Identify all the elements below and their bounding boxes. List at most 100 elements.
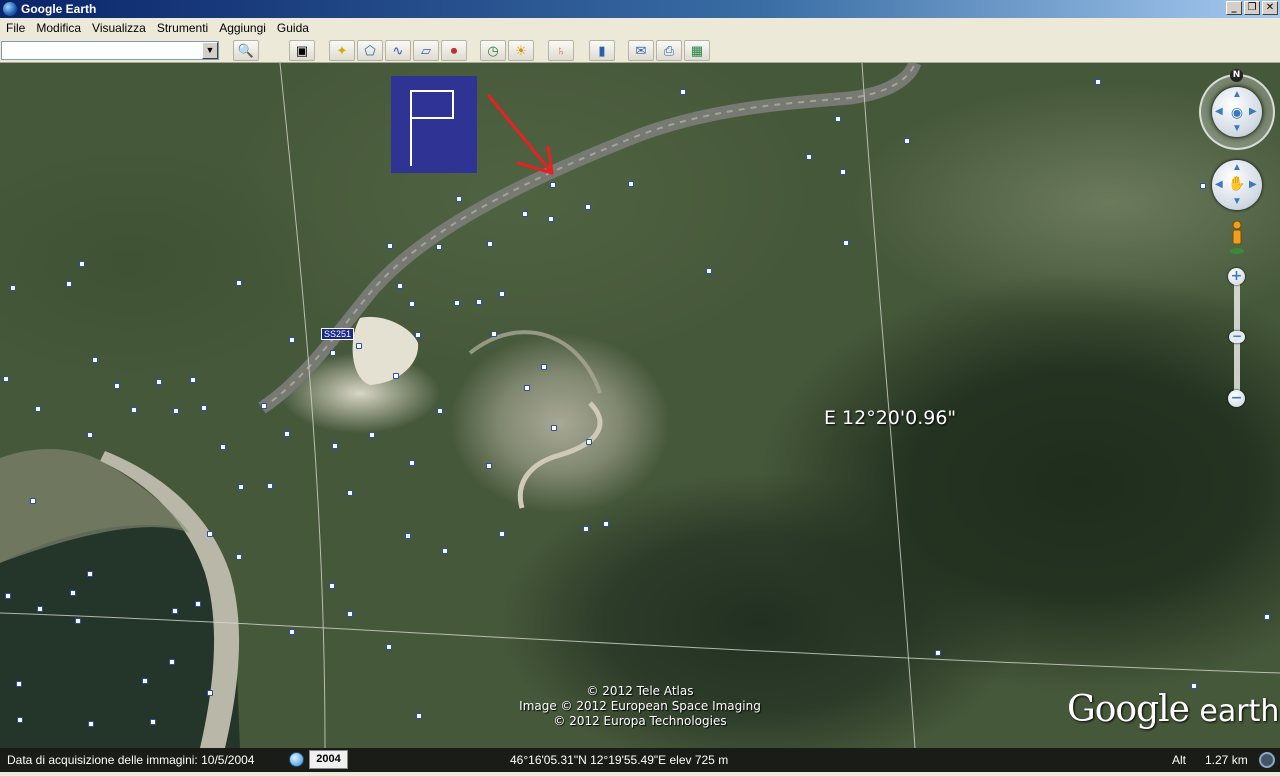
minimize-button[interactable]: _ <box>1226 1 1242 15</box>
earth-viewport[interactable]: SS251 E 12°20'0.96" © 2012 Tele Atlas Im… <box>0 63 1280 748</box>
placemark-marker[interactable] <box>436 244 442 250</box>
placemark-marker[interactable] <box>17 717 23 723</box>
placemark-marker[interactable] <box>347 490 353 496</box>
placemark-marker[interactable] <box>603 521 609 527</box>
placemark-marker[interactable] <box>541 364 547 370</box>
placemark-marker[interactable] <box>405 533 411 539</box>
placemark-marker[interactable] <box>487 241 493 247</box>
search-button[interactable]: 🔍 <box>233 40 259 61</box>
placemark-marker[interactable] <box>289 337 295 343</box>
placemark-marker[interactable] <box>236 280 242 286</box>
placemark-marker[interactable] <box>30 498 36 504</box>
placemark-marker[interactable] <box>150 719 156 725</box>
placemark-marker[interactable] <box>499 291 505 297</box>
placemark-marker[interactable] <box>835 116 841 122</box>
placemark-marker[interactable] <box>499 531 505 537</box>
placemark-marker[interactable] <box>415 332 421 338</box>
placemark-marker[interactable] <box>586 439 592 445</box>
placemark-marker[interactable] <box>369 432 375 438</box>
placemark-marker[interactable] <box>330 350 336 356</box>
placemark-marker[interactable] <box>356 343 362 349</box>
sidebar-toggle-button[interactable]: ▣ <box>289 40 315 61</box>
placemark-marker[interactable] <box>207 531 213 537</box>
menu-aggiungi[interactable]: Aggiungi <box>214 21 271 35</box>
menu-guida[interactable]: Guida <box>272 21 314 35</box>
menu-file[interactable]: File <box>1 21 30 35</box>
placemark-marker[interactable] <box>220 444 226 450</box>
placemark-marker[interactable] <box>114 383 120 389</box>
imagery-year-button[interactable]: 2004 <box>309 750 348 769</box>
search-input[interactable] <box>1 41 219 60</box>
placemark-marker[interactable] <box>840 169 846 175</box>
placemark-marker[interactable] <box>169 659 175 665</box>
placemark-marker[interactable] <box>409 301 415 307</box>
look-joystick[interactable]: ▲ ▼ ◀ ▶ ◉ <box>1212 87 1262 137</box>
placemark-marker[interactable] <box>550 182 556 188</box>
placemark-marker[interactable] <box>131 407 137 413</box>
placemark-marker[interactable] <box>843 240 849 246</box>
menu-modifica[interactable]: Modifica <box>31 21 86 35</box>
placemark-marker[interactable] <box>454 300 460 306</box>
placemark-marker[interactable] <box>172 608 178 614</box>
placemark-marker[interactable] <box>35 406 41 412</box>
placemark-marker[interactable] <box>1191 683 1197 689</box>
zoom-in-button[interactable]: + <box>1228 268 1245 285</box>
placemark-marker[interactable] <box>195 601 201 607</box>
add-polygon-button[interactable]: ⬠ <box>357 40 383 61</box>
restore-button[interactable]: ❐ <box>1244 1 1260 15</box>
placemark-marker[interactable] <box>284 431 290 437</box>
placemark-marker[interactable] <box>806 154 812 160</box>
placemark-marker[interactable] <box>904 138 910 144</box>
search-dropdown-button[interactable]: ▼ <box>202 42 218 59</box>
placemark-marker[interactable] <box>267 483 273 489</box>
placemark-marker[interactable] <box>583 526 589 532</box>
placemark-marker[interactable] <box>79 261 85 267</box>
placemark-marker[interactable] <box>522 211 528 217</box>
placemark-marker[interactable] <box>437 408 443 414</box>
menu-strumenti[interactable]: Strumenti <box>152 21 213 35</box>
placemark-marker[interactable] <box>387 243 393 249</box>
placemark-marker[interactable] <box>585 204 591 210</box>
placemark-marker[interactable] <box>142 678 148 684</box>
placemark-marker[interactable] <box>207 690 213 696</box>
print-button[interactable]: ⎙ <box>656 40 682 61</box>
placemark-marker[interactable] <box>1200 183 1206 189</box>
flag-placemark[interactable] <box>391 76 477 173</box>
add-path-button[interactable]: ∿ <box>385 40 411 61</box>
placemark-marker[interactable] <box>393 373 399 379</box>
placemark-marker[interactable] <box>236 554 242 560</box>
placemark-marker[interactable] <box>416 713 422 719</box>
placemark-marker[interactable] <box>524 385 530 391</box>
record-tour-button[interactable]: ⏺ <box>441 40 467 61</box>
placemark-marker[interactable] <box>238 484 244 490</box>
placemark-marker[interactable] <box>87 432 93 438</box>
placemark-marker[interactable] <box>87 571 93 577</box>
placemark-marker[interactable] <box>92 357 98 363</box>
placemark-marker[interactable] <box>70 590 76 596</box>
email-button[interactable]: ✉ <box>628 40 654 61</box>
placemark-marker[interactable] <box>442 548 448 554</box>
placemark-marker[interactable] <box>548 216 554 222</box>
placemark-marker[interactable] <box>261 403 267 409</box>
placemark-marker[interactable] <box>75 618 81 624</box>
placemark-marker[interactable] <box>16 681 22 687</box>
ruler-button[interactable]: ▮ <box>589 40 615 61</box>
placemark-marker[interactable] <box>66 281 72 287</box>
placemark-marker[interactable] <box>3 376 9 382</box>
close-button[interactable]: ✕ <box>1262 1 1278 15</box>
placemark-marker[interactable] <box>173 408 179 414</box>
placemark-marker[interactable] <box>1095 79 1101 85</box>
placemark-marker[interactable] <box>476 299 482 305</box>
zoom-out-button[interactable]: − <box>1228 390 1245 407</box>
placemark-marker[interactable] <box>5 593 11 599</box>
historical-imagery-icon[interactable] <box>289 752 304 767</box>
placemark-marker[interactable] <box>409 460 415 466</box>
placemark-marker[interactable] <box>706 268 712 274</box>
placemark-marker[interactable] <box>201 405 207 411</box>
placemark-marker[interactable] <box>37 606 43 612</box>
placemark-marker[interactable] <box>551 425 557 431</box>
sunlight-button[interactable]: ☀ <box>508 40 534 61</box>
pegman-icon[interactable] <box>1228 220 1246 256</box>
placemark-marker[interactable] <box>397 283 403 289</box>
placemark-marker[interactable] <box>491 331 497 337</box>
